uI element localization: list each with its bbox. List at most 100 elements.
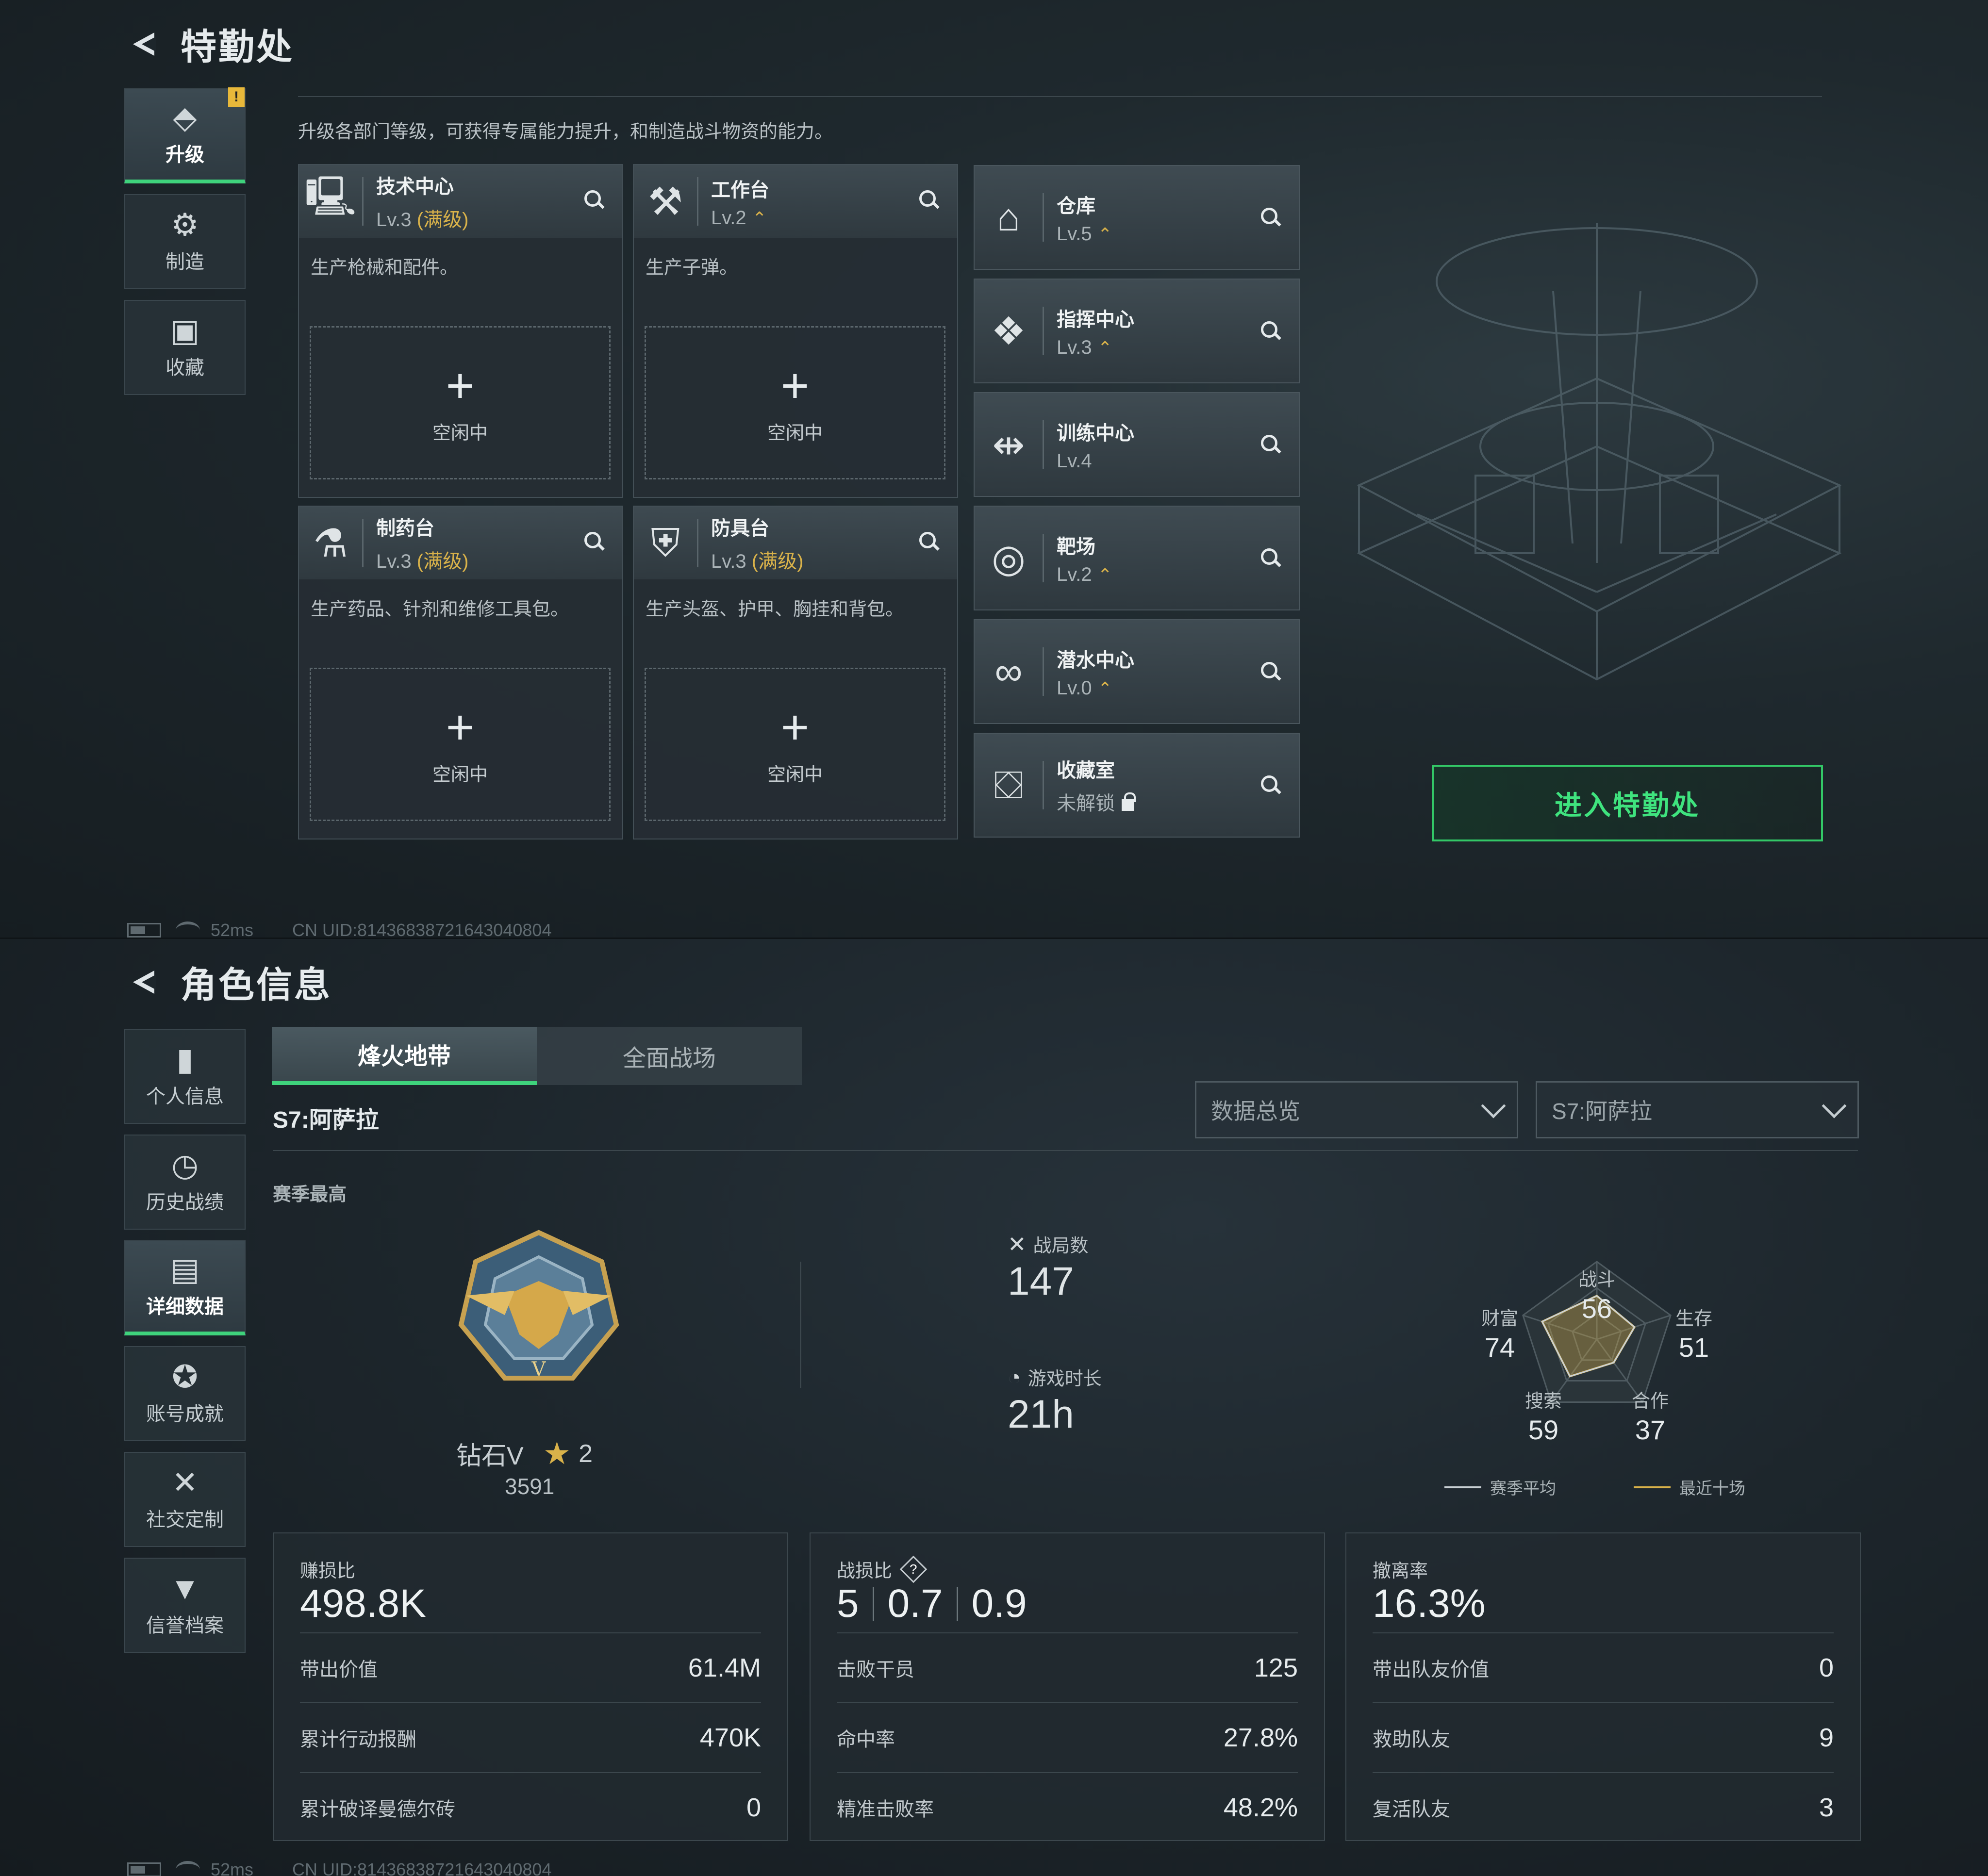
alert-badge: ! [228, 87, 245, 107]
row-value: 0 [1819, 1653, 1834, 1682]
help-icon[interactable]: ? [899, 1555, 928, 1583]
search-icon[interactable] [1260, 434, 1281, 455]
search-icon[interactable] [583, 189, 605, 211]
facility-card-pharmacy[interactable]: ⚗ 制药台 Lv.3 (满级) 生产药品、针剂和维修工具包。 + 空闲中 [298, 506, 623, 839]
slot-status: 空闲中 [767, 764, 823, 785]
search-icon[interactable] [1260, 320, 1281, 342]
tab-hazard-zone[interactable]: 烽火地带 [272, 1027, 537, 1085]
nav-achievements[interactable]: ✪ 账号成就 [124, 1346, 246, 1441]
ping-text: 52ms [211, 920, 254, 939]
nav-match-history[interactable]: ◷ 历史战绩 [124, 1135, 246, 1230]
matches-label-text: 战局数 [1033, 1236, 1089, 1256]
row-key: 累计破译曼德尔砖 [300, 1799, 455, 1820]
panel-extraction-rate: 撤离率 16.3% 带出队友价值 0 救助队友 9 复活队友 3 [1345, 1532, 1861, 1841]
row-key: 累计行动报酬 [300, 1729, 416, 1750]
production-slot[interactable]: + 空闲中 [310, 326, 611, 479]
facility-card-warehouse[interactable]: ⌂ 仓库 Lv.5 ⌃ [974, 165, 1300, 270]
table-row: 带出价值 61.4M [300, 1632, 761, 1702]
chevron-down-icon [1481, 1093, 1506, 1119]
back-arrow-icon[interactable] [127, 964, 163, 1000]
enter-special-ops-button[interactable]: 进入特勤处 [1432, 765, 1823, 841]
upgrade-available-icon: ⌃ [1097, 678, 1112, 698]
facility-name: 技术中心 [376, 176, 454, 197]
panel-main-value: 498.8K [300, 1581, 426, 1627]
radar-axis-label: 搜索 [1525, 1391, 1562, 1412]
credit-shield-icon: ▼ [169, 1571, 200, 1606]
facility-name: 靶场 [1057, 536, 1095, 558]
facility-name: 指挥中心 [1057, 309, 1134, 330]
production-slot[interactable]: + 空闲中 [310, 668, 611, 821]
nav-craft[interactable]: ⚙ 制造 [124, 194, 246, 289]
divider [800, 1262, 801, 1388]
season-title: S7:阿萨拉 [273, 1107, 379, 1133]
main-value: 0.7 [887, 1581, 943, 1626]
diamond-rank-emblem-icon: V [458, 1230, 619, 1381]
rank-stars: 2 [579, 1439, 593, 1468]
facility-name: 潜水中心 [1057, 649, 1134, 671]
facility-card-shooting-range[interactable]: ◎ 靶场 Lv.2 ⌃ [974, 506, 1300, 610]
row-key: 复活队友 [1373, 1799, 1450, 1820]
nav-personal-info[interactable]: ▮ 个人信息 [124, 1029, 246, 1124]
facility-level: Lv.3 [1057, 336, 1092, 358]
nav-collection[interactable]: ▣ 收藏 [124, 300, 246, 395]
search-icon[interactable] [1260, 661, 1281, 682]
view-dropdown[interactable]: 数据总览 [1195, 1081, 1518, 1138]
search-icon[interactable] [918, 189, 940, 211]
nav-label: 升级 [166, 144, 204, 165]
base-wireframe-image [1357, 223, 1842, 681]
facility-card-tech-center[interactable]: 🖳 技术中心 Lv.3 (满级) 生产枪械和配件。 + 空闲中 [298, 164, 623, 498]
nav-label: 历史战绩 [146, 1192, 224, 1213]
facility-card-training-center[interactable]: ⇹ 训练中心 Lv.4 [974, 392, 1300, 497]
facility-card-armor[interactable]: ⛨ 防具台 Lv.3 (满级) 生产头盔、护甲、胸挂和背包。 + 空闲中 [633, 506, 958, 839]
nav-upgrade[interactable]: ! ⬘ 升级 [124, 87, 246, 183]
svg-text:V: V [531, 1358, 547, 1381]
battery-icon [127, 923, 161, 938]
table-row: 精准击败率 48.2% [837, 1772, 1298, 1842]
rank-title: 钻石V ★ 2 [456, 1435, 593, 1472]
hammer-icon: ⚒ [648, 180, 683, 223]
season-dropdown[interactable]: S7:阿萨拉 [1536, 1081, 1859, 1138]
facility-name: 收藏室 [1057, 760, 1115, 781]
search-icon[interactable] [918, 531, 940, 552]
search-icon[interactable] [1260, 207, 1281, 228]
achievement-icon: ✪ [172, 1359, 198, 1394]
legend-label: 最近十场 [1679, 1480, 1745, 1498]
detail-data-icon: ▤ [170, 1252, 200, 1287]
back-arrow-icon[interactable] [127, 26, 163, 62]
nav-social[interactable]: ✕ 社交定制 [124, 1452, 246, 1547]
facility-description: 生产药品、针剂和维修工具包。 [311, 599, 569, 620]
table-row: 带出队友价值 0 [1373, 1632, 1834, 1702]
command-center-icon: ❖ [991, 309, 1026, 353]
panel-label-wrap: 战损比 ? [837, 1555, 928, 1583]
production-slot[interactable]: + 空闲中 [645, 668, 945, 821]
dropdown-value: S7:阿萨拉 [1552, 1099, 1653, 1124]
ability-radar-chart: 战斗 56 生存 51 合作 37 搜索 59 财富 74 [1481, 1261, 1712, 1445]
target-icon: ◎ [992, 536, 1026, 580]
search-icon[interactable] [1260, 547, 1281, 569]
collection-icon: ▣ [170, 313, 200, 348]
facility-name: 制药台 [376, 518, 434, 539]
upgrade-available-icon: ⌃ [752, 208, 767, 228]
facility-card-command-center[interactable]: ❖ 指挥中心 Lv.3 ⌃ [974, 279, 1300, 383]
facility-level: Lv.2 [1057, 563, 1092, 585]
search-icon[interactable] [583, 531, 605, 552]
nav-detailed-data[interactable]: ▤ 详细数据 [124, 1240, 246, 1335]
value-separator [872, 1587, 874, 1621]
nav-credit[interactable]: ▼ 信誉档案 [124, 1558, 246, 1653]
matches-value: 147 [1008, 1259, 1074, 1303]
main-value: 5 [837, 1581, 859, 1626]
battery-icon [127, 1862, 161, 1876]
row-key: 命中率 [837, 1729, 895, 1750]
search-icon[interactable] [1260, 774, 1281, 796]
history-clock-icon: ◷ [171, 1148, 199, 1183]
armor-icon: ⛨ [651, 521, 680, 564]
max-level-tag: (满级) [416, 209, 469, 230]
facility-card-collection-room[interactable]: ⛋ 收藏室 未解锁 [974, 733, 1300, 838]
lock-icon [1122, 792, 1136, 811]
tab-full-battlefield[interactable]: 全面战场 [537, 1027, 802, 1085]
radar-axis-value: 59 [1528, 1415, 1558, 1445]
production-slot[interactable]: + 空闲中 [645, 326, 945, 479]
status-bar: 52ms CN UID:8143683872164304080​4 [127, 920, 551, 939]
facility-card-workbench[interactable]: ⚒ 工作台 Lv.2 ⌃ 生产子弹。 + 空闲中 [633, 164, 958, 498]
facility-card-diving-center[interactable]: ∞ 潜水中心 Lv.0 ⌃ [974, 619, 1300, 724]
